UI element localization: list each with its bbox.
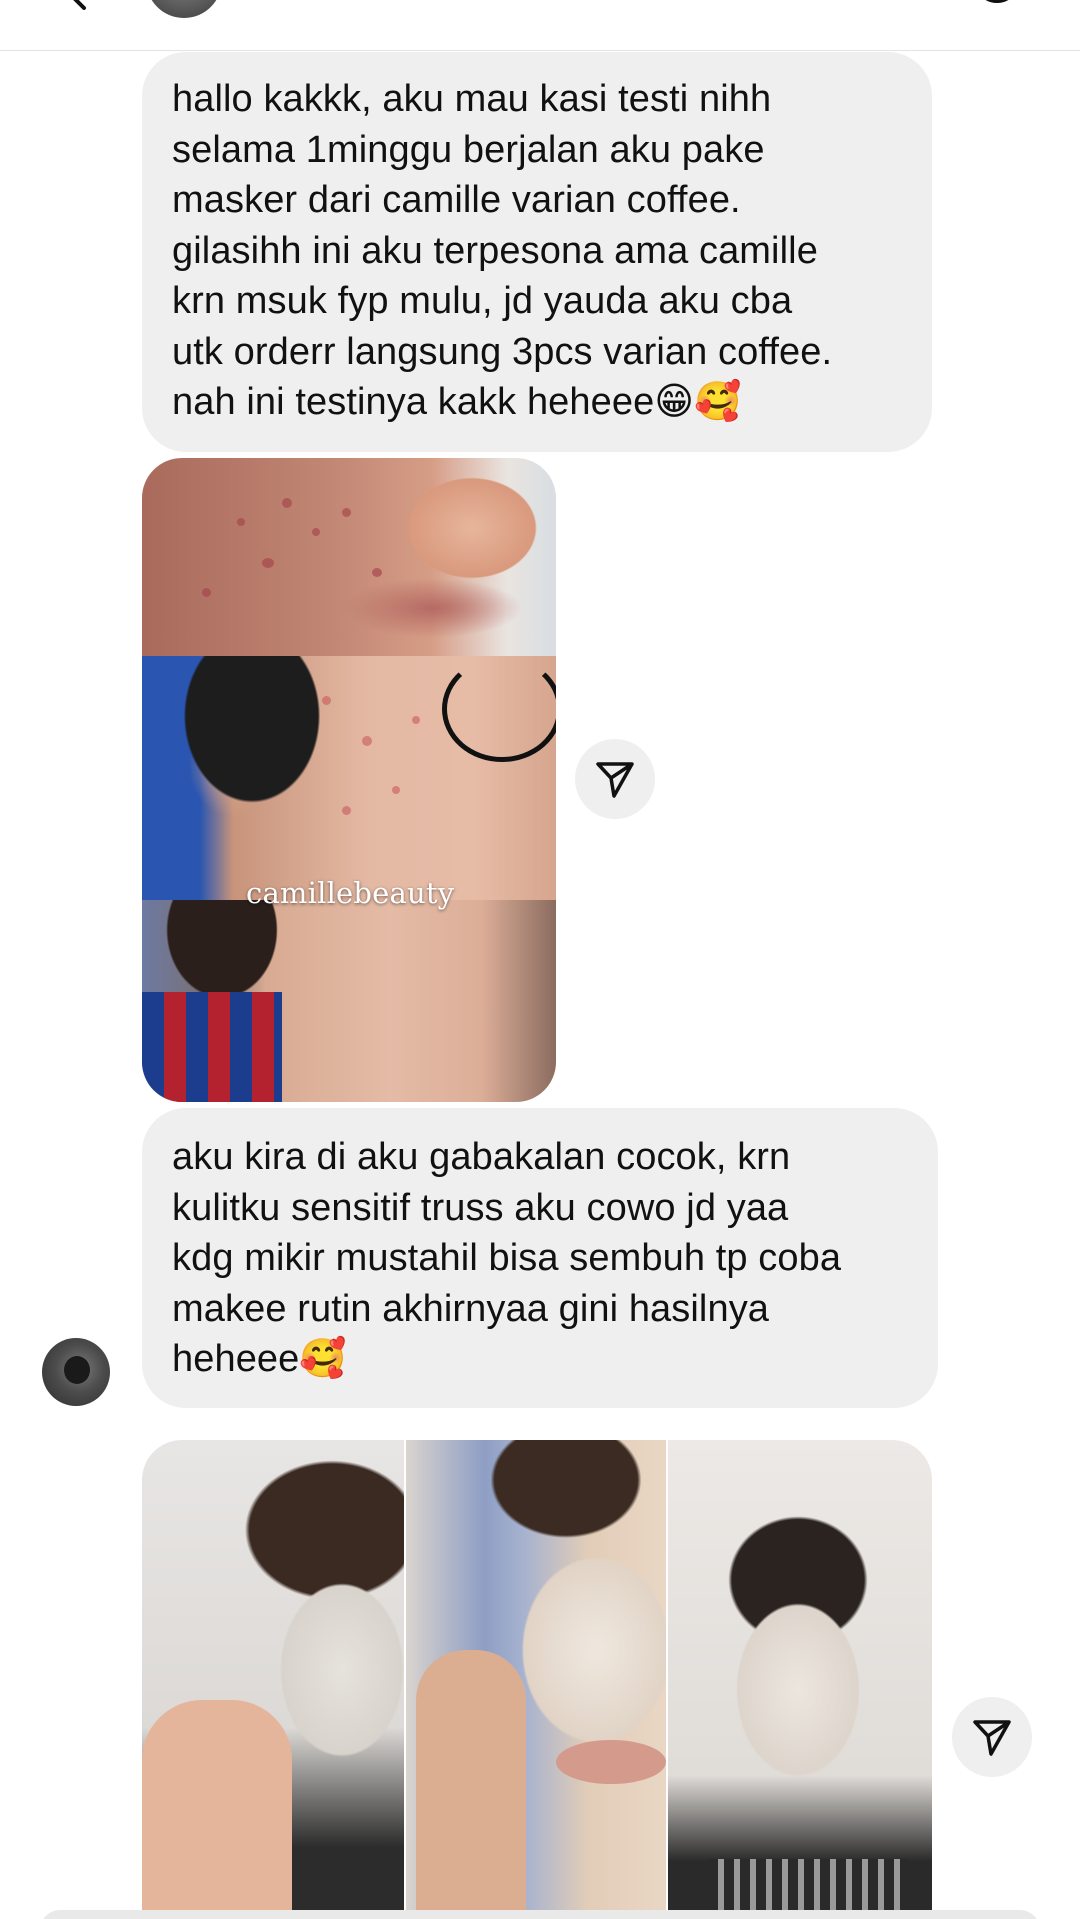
- dm-conversation: hallo kakkk, aku mau kasi testi nihh sel…: [0, 0, 1080, 1919]
- photo-mask-2: [406, 1440, 666, 1919]
- photo-mask-1: [142, 1440, 404, 1919]
- share-button[interactable]: [952, 1697, 1032, 1777]
- photo-mask-3: [668, 1440, 932, 1919]
- info-icon[interactable]: [972, 0, 1022, 16]
- chat-header: [0, 0, 1080, 51]
- photo-before-1: [142, 458, 556, 656]
- phone-icon[interactable]: [846, 0, 876, 10]
- contact-avatar[interactable]: [146, 0, 222, 18]
- video-camera-icon[interactable]: [722, 0, 774, 6]
- contact-name[interactable]: [246, 0, 336, 10]
- chevron-left-icon[interactable]: [58, 0, 98, 12]
- share-button[interactable]: [575, 739, 655, 819]
- photo-before-2: [142, 656, 556, 900]
- message-bubble[interactable]: hallo kakkk, aku mau kasi testi nihh sel…: [142, 52, 932, 452]
- sender-avatar[interactable]: [42, 1338, 110, 1406]
- message-image[interactable]: [142, 1440, 932, 1919]
- message-bubble[interactable]: aku kira di aku gabakalan cocok, krn kul…: [142, 1108, 938, 1408]
- message-composer[interactable]: [40, 1910, 1040, 1919]
- image-watermark: camillebeauty: [246, 876, 455, 910]
- message-image[interactable]: camillebeauty: [142, 458, 556, 1102]
- photo-after: [142, 900, 556, 1102]
